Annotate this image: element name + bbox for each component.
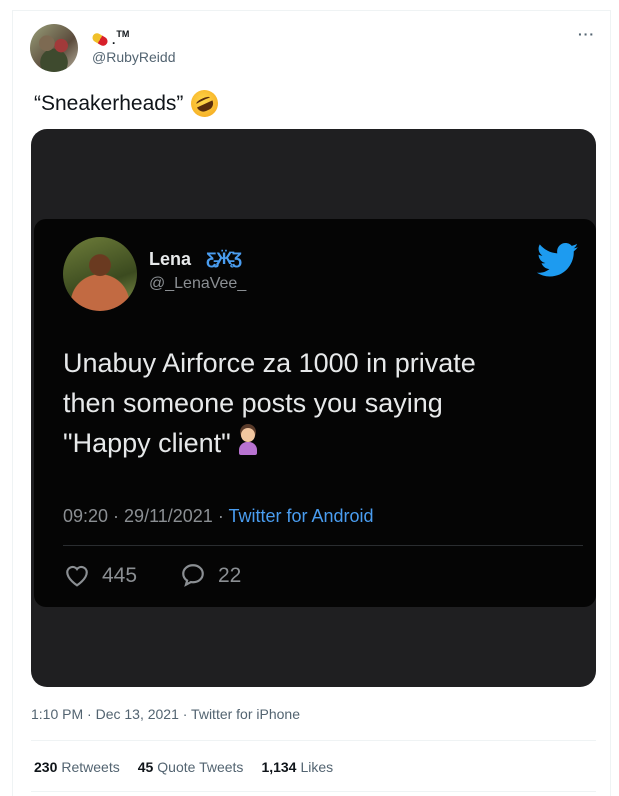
embedded-avatar	[63, 237, 137, 311]
retweets-label: Retweets	[61, 759, 120, 775]
embedded-handle: @_LenaVee_	[149, 275, 247, 292]
tweet-media-image[interactable]: Lena Ƹ̵̡Ӝ̵̨̄Ʒ @_LenaVee_ Unabuy Airforce…	[31, 129, 596, 687]
more-options-icon[interactable]: ···	[578, 26, 595, 42]
embedded-text: Unabuy Airforce za 1000 in private then …	[63, 343, 563, 463]
embedded-replies: 22	[218, 564, 242, 587]
meta-separator: ·	[108, 506, 125, 526]
embedded-name: Lena	[149, 249, 192, 269]
quotes-label: Quote Tweets	[157, 759, 244, 775]
author-avatar[interactable]	[30, 24, 78, 72]
quote-tweets-stat[interactable]: 45 Quote Tweets	[138, 759, 244, 775]
embedded-meta: 09:20 · 29/11/2021 · Twitter for Android	[63, 506, 374, 527]
twitter-bird-icon	[536, 243, 579, 277]
likes-stat[interactable]: 1,134 Likes	[261, 759, 333, 775]
rofl-emoji-icon	[186, 85, 223, 122]
pill-emoji-icon	[90, 31, 110, 47]
woman-facepalming-icon	[237, 428, 259, 456]
embedded-text-content: Unabuy Airforce za 1000 in private then …	[63, 348, 476, 458]
reply-bubble-icon	[182, 564, 204, 587]
quotes-count: 45	[137, 759, 154, 775]
divider	[31, 791, 596, 792]
display-name-dot: .	[112, 33, 116, 47]
author-handle[interactable]: @RubyReidd	[92, 49, 175, 65]
likes-label: Likes	[300, 759, 334, 775]
author-display-name[interactable]: . TM	[90, 26, 130, 47]
likes-count: 1,134	[261, 759, 297, 775]
divider	[31, 740, 596, 741]
tweet-text: “Sneakerheads”	[34, 85, 223, 122]
heart-icon	[66, 565, 88, 587]
embedded-likes: 445	[102, 564, 138, 587]
tweet-text-content: “Sneakerheads”	[34, 91, 184, 115]
embedded-tweet-screenshot: Lena Ƹ̵̡Ӝ̵̨̄Ʒ @_LenaVee_ Unabuy Airforce…	[34, 219, 596, 607]
trademark-symbol: TM	[116, 29, 130, 39]
embedded-date: 29/11/2021	[124, 506, 213, 526]
retweets-count: 230	[34, 759, 58, 775]
tweet-timestamp[interactable]: 1:10 PM · Dec 13, 2021 · Twitter for iPh…	[31, 706, 300, 722]
meta-separator: ·	[212, 506, 229, 526]
embedded-time: 09:20	[63, 506, 109, 526]
butterfly-icon: Ƹ̵̡Ӝ̵̨̄Ʒ	[206, 249, 243, 268]
embedded-source: Twitter for Android	[228, 506, 374, 526]
retweets-stat[interactable]: 230 Retweets	[34, 759, 120, 775]
engagement-stats: 230 Retweets 45 Quote Tweets 1,134 Likes	[34, 759, 333, 775]
embedded-divider	[63, 545, 583, 546]
